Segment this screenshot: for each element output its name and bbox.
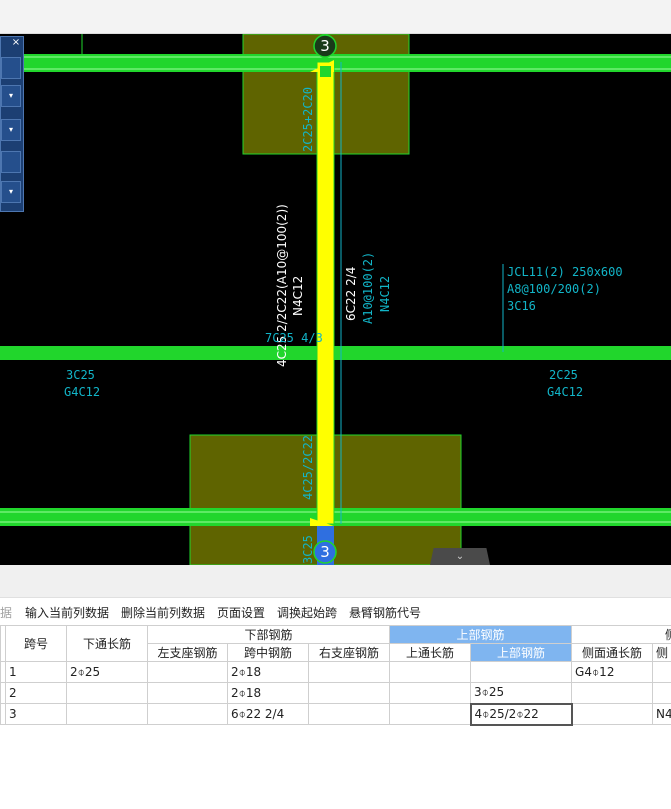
cell-mid-span[interactable]: 2⌽18 xyxy=(227,661,309,683)
beam-left-note-2: N4C12 xyxy=(291,276,305,316)
col-top-label: 2C25+2C20 xyxy=(301,87,315,152)
header-row-top: 跨号 下通长筋 下部钢筋 上部钢筋 侧 xyxy=(0,625,671,662)
menu-item-page-setup[interactable]: 页面设置 xyxy=(217,604,265,621)
header-side-partial[interactable]: 侧 xyxy=(571,625,671,644)
beam-right-note-1: 6C22 2/4 xyxy=(344,267,358,321)
selected-beam xyxy=(316,61,335,525)
header-right-support[interactable]: 右支座钢筋 xyxy=(307,643,391,662)
table-row: 3 6⌽22 2/4 4⌽25/2⌽22 N4 xyxy=(0,702,671,726)
cad-canvas[interactable]: 3 3 2C25+2C20 4C25/2C22 3C25 4C25 2/2C22… xyxy=(0,34,671,565)
cell-top-through[interactable] xyxy=(389,703,472,725)
rebar-table: 跨号 下通长筋 下部钢筋 上部钢筋 侧 左支座钢筋 跨中钢筋 右支座钢筋 上通长… xyxy=(0,625,671,726)
header-mid-span[interactable]: 跨中钢筋 xyxy=(227,643,309,662)
col-bottom-label: 4C25/2C22 xyxy=(301,435,315,500)
cell-extra[interactable]: N4 xyxy=(652,703,671,725)
floating-properties-panel: × ▾ ▾ ▾ xyxy=(0,36,24,212)
panel-dropdown-3[interactable]: ▾ xyxy=(1,181,21,203)
cell-right-support[interactable] xyxy=(307,703,391,725)
jcl-label-2: A8@100/200(2) xyxy=(507,282,601,296)
cell-top-rebar-selected[interactable]: 4⌽25/2⌽22 xyxy=(469,702,573,726)
cell-right-support[interactable] xyxy=(307,682,391,704)
menu-item-cantilever-code[interactable]: 悬臂钢筋代号 xyxy=(349,604,421,621)
cell-side-through[interactable]: G4⌽12 xyxy=(571,661,654,683)
cell-span[interactable]: 1 xyxy=(5,661,67,683)
jcl-label-1: JCL11(2) 250x600 xyxy=(507,265,623,279)
menu-item-input-column[interactable]: 输入当前列数据 xyxy=(25,604,109,621)
jcl-label-3: 3C16 xyxy=(507,299,536,313)
beam-bottom xyxy=(0,508,671,526)
axis-label-bottom: 3 xyxy=(320,543,330,561)
cell-right-support[interactable] xyxy=(307,661,391,683)
right-mid-label-2: G4C12 xyxy=(547,385,583,399)
header-span-no[interactable]: 跨号 xyxy=(5,625,67,662)
selection-grip xyxy=(320,66,331,77)
header-side-partial-sub[interactable]: 侧 xyxy=(652,643,671,662)
left-mid-label-2: G4C12 xyxy=(64,385,100,399)
header-bottom-rebar[interactable]: 下部钢筋 xyxy=(146,625,391,644)
menu-item-swap-start[interactable]: 调换起始跨 xyxy=(277,604,337,621)
cell-top-rebar[interactable] xyxy=(470,661,573,683)
axis-label-top: 3 xyxy=(320,37,330,55)
cell-bottom-through[interactable] xyxy=(66,703,148,725)
cell-mid-span[interactable]: 2⌽18 xyxy=(227,682,309,704)
beam-right-note-3: N4C12 xyxy=(378,276,392,312)
menu-item-delete-column[interactable]: 删除当前列数据 xyxy=(121,604,205,621)
beam-left-note-3: 7C25 4/3 xyxy=(265,331,323,345)
panel-dropdown-1[interactable]: ▾ xyxy=(1,85,21,107)
cell-top-through[interactable] xyxy=(389,661,472,683)
cell-left-support[interactable] xyxy=(147,703,228,725)
top-toolbar xyxy=(0,0,671,34)
table-row: 2 2⌽18 3⌽25 xyxy=(0,682,671,704)
app-window: 3 3 2C25+2C20 4C25/2C22 3C25 4C25 2/2C22… xyxy=(0,0,671,809)
cell-left-support[interactable] xyxy=(147,682,228,704)
panel-dropdown-2[interactable]: ▾ xyxy=(1,119,21,141)
header-left-support[interactable]: 左支座钢筋 xyxy=(147,643,228,662)
header-top-rebar[interactable]: 上部钢筋 xyxy=(470,643,573,662)
header-side-through[interactable]: 侧面通长筋 xyxy=(571,643,654,662)
cell-mid-span[interactable]: 6⌽22 2/4 xyxy=(227,703,309,725)
header-top-through[interactable]: 上通长筋 xyxy=(389,643,472,662)
col-bottom-label2: 3C25 xyxy=(301,535,315,564)
scroll-down-tab[interactable]: ⌄ xyxy=(430,548,490,565)
panel-row-1[interactable] xyxy=(1,57,21,79)
header-top-rebar-group[interactable]: 上部钢筋 xyxy=(389,625,573,644)
cell-span[interactable]: 2 xyxy=(5,682,67,704)
cell-extra[interactable] xyxy=(652,661,671,683)
cell-top-through[interactable] xyxy=(389,682,472,704)
beam-middle xyxy=(0,346,671,360)
cell-extra[interactable] xyxy=(652,682,671,704)
cell-bottom-through[interactable]: 2⌽25 xyxy=(66,661,148,683)
cell-bottom-through[interactable] xyxy=(66,682,148,704)
cell-side-through[interactable] xyxy=(571,703,654,725)
close-icon[interactable]: × xyxy=(9,37,23,49)
cell-left-support[interactable] xyxy=(147,661,228,683)
cell-span[interactable]: 3 xyxy=(5,703,67,725)
cad-drawing[interactable]: 3 3 2C25+2C20 4C25/2C22 3C25 4C25 2/2C22… xyxy=(0,34,671,565)
panel-row-2[interactable] xyxy=(1,151,21,173)
cell-top-rebar[interactable]: 3⌽25 xyxy=(470,682,573,704)
table-row: 1 2⌽25 2⌽18 G4⌽12 xyxy=(0,661,671,683)
right-mid-label-1: 2C25 xyxy=(549,368,578,382)
header-bottom-through[interactable]: 下通长筋 xyxy=(66,625,148,662)
panel-separator xyxy=(0,565,671,598)
cell-side-through[interactable] xyxy=(571,682,654,704)
beam-right-note-2: A10@100(2) xyxy=(361,252,375,324)
left-mid-label-1: 3C25 xyxy=(66,368,95,382)
menu-item-partial[interactable]: 据 xyxy=(0,604,12,621)
table-menu-bar: 据 输入当前列数据 删除当前列数据 页面设置 调换起始跨 悬臂钢筋代号 xyxy=(0,600,671,624)
